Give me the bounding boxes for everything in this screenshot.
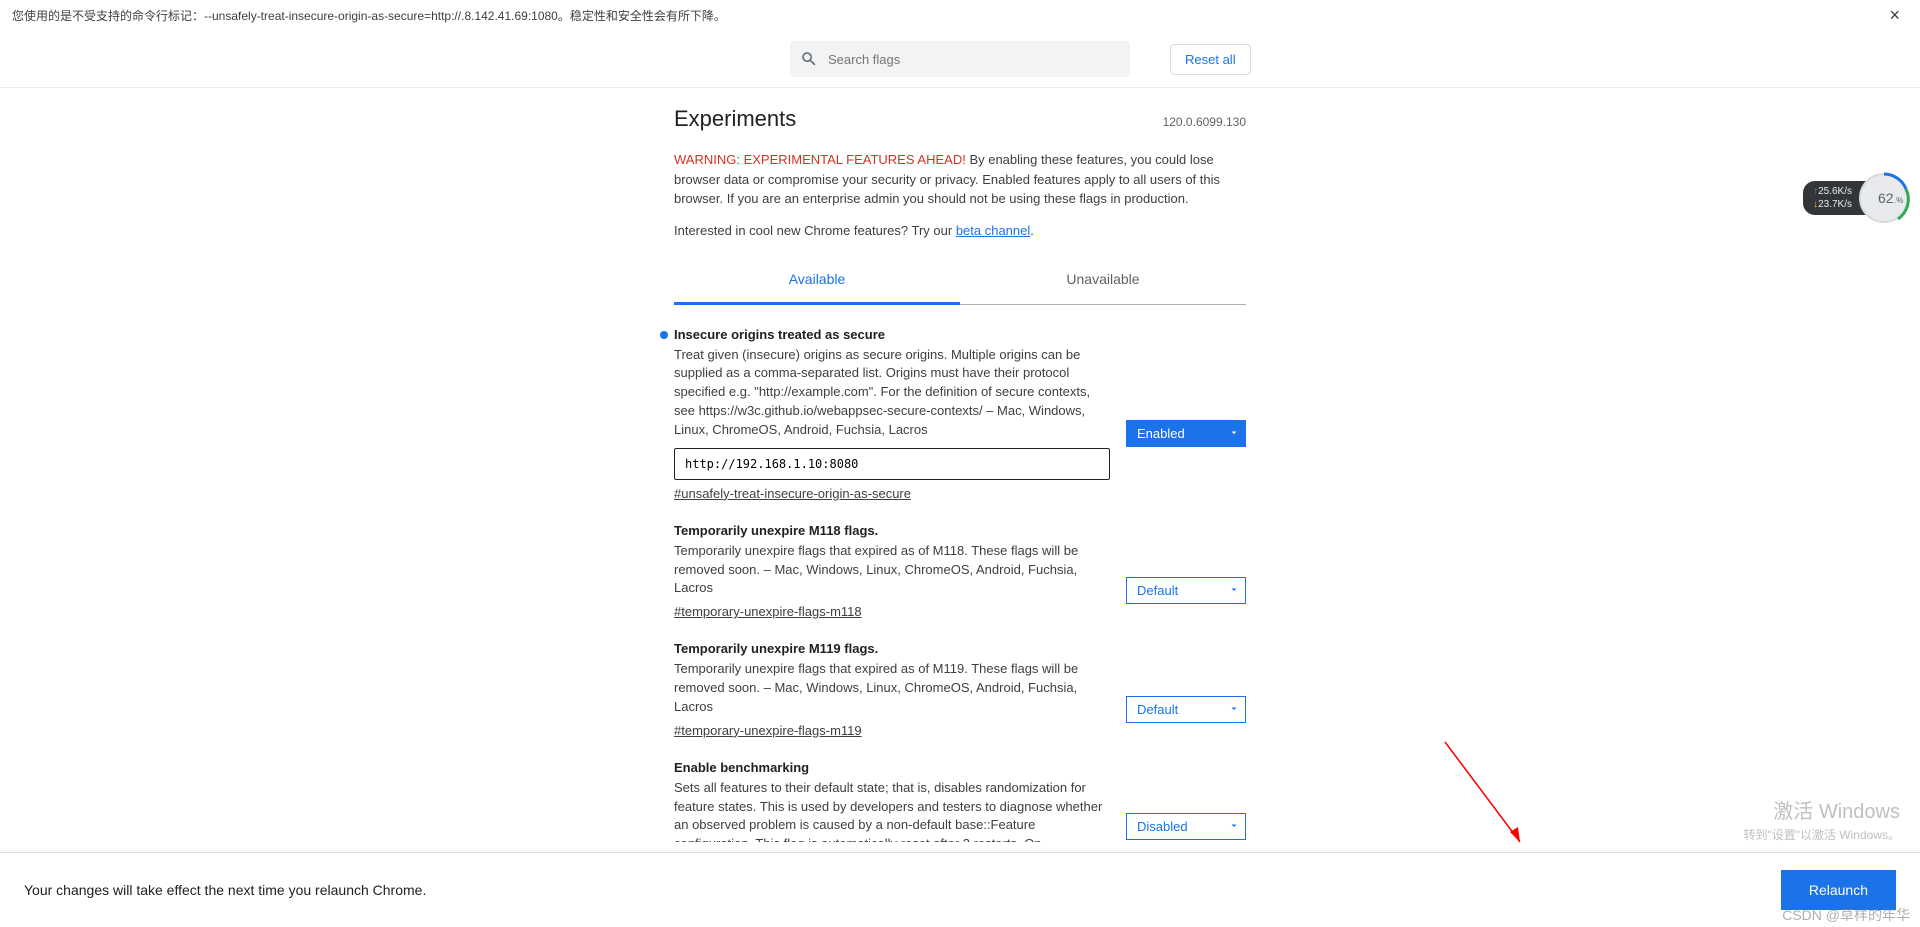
warning-bold: WARNING: EXPERIMENTAL FEATURES AHEAD! (674, 152, 966, 167)
flag-description: Temporarily unexpire flags that expired … (674, 660, 1110, 717)
flag-row: Insecure origins treated as secure Treat … (674, 327, 1246, 501)
flag-select[interactable]: Default (1126, 696, 1246, 723)
flag-row: Temporarily unexpire M119 flags. Temporar… (674, 641, 1246, 738)
beta-channel-link[interactable]: beta channel (956, 223, 1030, 238)
flag-row: Enable benchmarking Sets all features to … (674, 760, 1246, 842)
flag-side: Default (1126, 641, 1246, 738)
flag-anchor-link[interactable]: #temporary-unexpire-flags-m118 (674, 604, 862, 619)
tabs: Available Unavailable (674, 258, 1246, 305)
beta-line: Interested in cool new Chrome features? … (674, 223, 1246, 238)
flag-main: Temporarily unexpire M119 flags. Temporar… (674, 641, 1110, 738)
tab-available[interactable]: Available (674, 258, 960, 305)
content: Experiments 120.0.6099.130 WARNING: EXPE… (674, 88, 1246, 842)
toolbar: Reset all (0, 31, 1920, 88)
tab-unavailable[interactable]: Unavailable (960, 258, 1246, 304)
flag-side: Enabled (1126, 327, 1246, 501)
restart-bar: Your changes will take effect the next t… (0, 852, 1920, 927)
search-field[interactable] (790, 41, 1130, 77)
origins-input[interactable] (674, 448, 1110, 480)
flag-main: Temporarily unexpire M118 flags. Temporar… (674, 523, 1110, 620)
flag-side: Disabled (1126, 760, 1246, 842)
relaunch-button[interactable]: Relaunch (1781, 870, 1896, 910)
restart-message: Your changes will take effect the next t… (24, 882, 426, 898)
flag-title: Temporarily unexpire M119 flags. (674, 641, 1110, 656)
content-scroll[interactable]: Experiments 120.0.6099.130 WARNING: EXPE… (0, 88, 1920, 842)
chrome-version: 120.0.6099.130 (1163, 115, 1246, 129)
flag-side: Default (1126, 523, 1246, 620)
flag-select-wrap: Default (1126, 696, 1246, 723)
flag-anchor-link[interactable]: #unsafely-treat-insecure-origin-as-secur… (674, 486, 911, 501)
warning-text: WARNING: EXPERIMENTAL FEATURES AHEAD! By… (674, 150, 1246, 209)
reset-all-button[interactable]: Reset all (1170, 44, 1251, 75)
flag-description: Sets all features to their default state… (674, 779, 1110, 842)
flag-select[interactable]: Default (1126, 577, 1246, 604)
title-bar: Experiments 120.0.6099.130 (674, 106, 1246, 132)
search-input[interactable] (790, 41, 1130, 77)
flag-description: Treat given (insecure) origins as secure… (674, 346, 1110, 440)
flag-title: Temporarily unexpire M118 flags. (674, 523, 1110, 538)
infobar-message: 您使用的是不受支持的命令行标记：--unsafely-treat-insecur… (12, 7, 726, 24)
flag-select-wrap: Disabled (1126, 813, 1246, 840)
close-icon[interactable]: × (1881, 6, 1908, 24)
flag-title: Insecure origins treated as secure (674, 327, 1110, 342)
flag-main: Enable benchmarking Sets all features to … (674, 760, 1110, 842)
flag-select-wrap: Default (1126, 577, 1246, 604)
flag-select[interactable]: Enabled (1126, 420, 1246, 447)
flag-main: Insecure origins treated as secure Treat … (674, 327, 1110, 501)
flag-anchor-link[interactable]: #temporary-unexpire-flags-m119 (674, 723, 862, 738)
flag-select-wrap: Enabled (1126, 420, 1246, 447)
modified-dot-icon (660, 331, 668, 339)
flag-row: Temporarily unexpire M118 flags. Temporar… (674, 523, 1246, 620)
flag-title: Enable benchmarking (674, 760, 1110, 775)
page-title: Experiments (674, 106, 796, 132)
flag-description: Temporarily unexpire flags that expired … (674, 542, 1110, 599)
unsupported-flag-infobar: 您使用的是不受支持的命令行标记：--unsafely-treat-insecur… (0, 0, 1920, 31)
flag-select[interactable]: Disabled (1126, 813, 1246, 840)
